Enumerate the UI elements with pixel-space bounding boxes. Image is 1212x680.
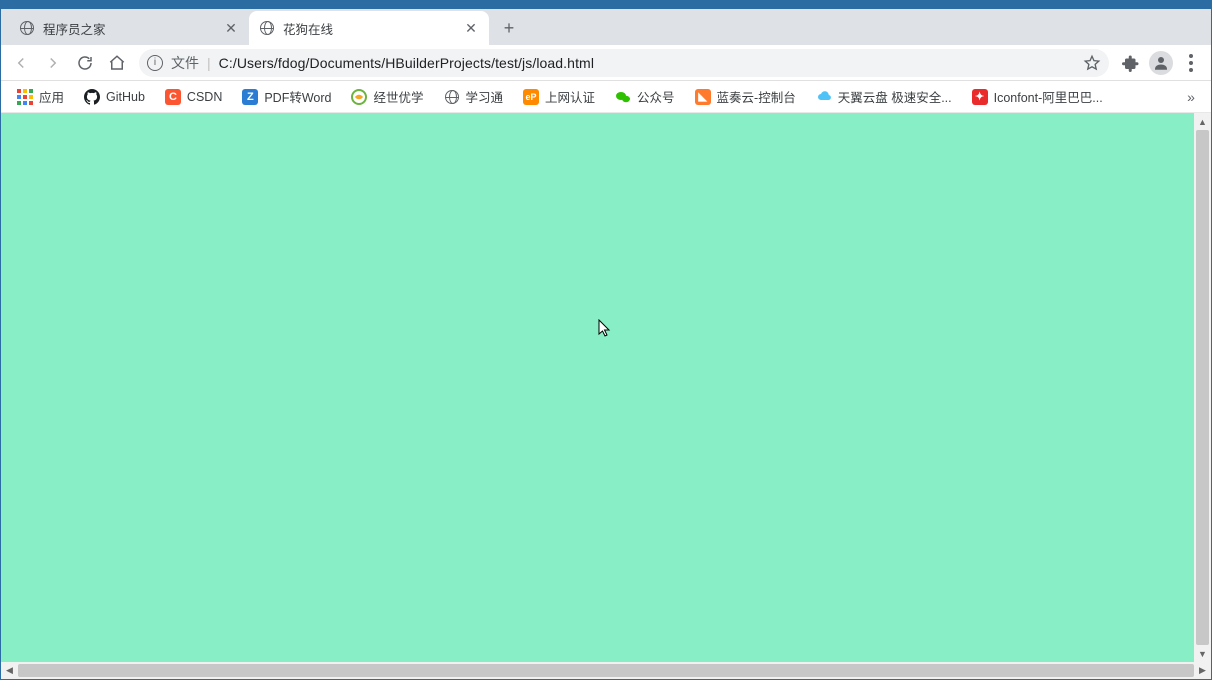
wechat-icon <box>615 89 631 105</box>
kebab-menu-button[interactable] <box>1177 49 1205 77</box>
bookmark-netauth[interactable]: eP 上网认证 <box>515 84 603 110</box>
bookmark-star-icon[interactable] <box>1083 54 1101 72</box>
separator: | <box>207 55 211 71</box>
bookmark-label: 上网认证 <box>545 87 595 106</box>
tab-strip: 程序员之家 ✕ 花狗在线 ✕ + <box>1 9 1211 45</box>
bookmark-label: Iconfont-阿里巴巴... <box>994 87 1103 106</box>
globe-icon <box>444 89 460 105</box>
bookmark-label: 天翼云盘 极速安全... <box>838 87 952 106</box>
url-text: C:/Users/fdog/Documents/HBuilderProjects… <box>219 55 594 71</box>
scroll-thumb[interactable] <box>1196 130 1209 645</box>
bookmark-github[interactable]: GitHub <box>76 84 153 110</box>
ep-icon: eP <box>523 89 539 105</box>
new-tab-button[interactable]: + <box>495 14 523 42</box>
profile-avatar[interactable] <box>1149 51 1173 75</box>
site-info-icon[interactable]: i <box>147 55 163 71</box>
bookmark-label: 蓝奏云-控制台 <box>717 87 796 106</box>
csdn-icon: C <box>165 89 181 105</box>
home-button[interactable] <box>103 49 131 77</box>
bookmark-iconfont[interactable]: ✦ Iconfont-阿里巴巴... <box>964 84 1111 110</box>
address-bar[interactable]: i 文件 | C:/Users/fdog/Documents/HBuilderP… <box>139 49 1109 77</box>
window-titlebar <box>1 1 1211 9</box>
scroll-left-arrow-icon[interactable]: ◀ <box>1 662 18 679</box>
apps-grid-icon <box>17 89 33 105</box>
jingshi-icon <box>351 89 367 105</box>
url-scheme-label: 文件 <box>171 53 199 73</box>
bookmark-label: 应用 <box>39 87 64 106</box>
globe-icon <box>259 20 275 36</box>
page-content <box>1 113 1194 662</box>
bookmarks-overflow-button[interactable]: » <box>1179 89 1203 105</box>
tab-1[interactable]: 花狗在线 ✕ <box>249 11 489 45</box>
reload-button[interactable] <box>71 49 99 77</box>
iconfont-icon: ✦ <box>972 89 988 105</box>
forward-button[interactable] <box>39 49 67 77</box>
bookmark-jingshi[interactable]: 经世优学 <box>343 84 431 110</box>
bookmark-lanzou[interactable]: ◣ 蓝奏云-控制台 <box>687 84 804 110</box>
scroll-track[interactable] <box>18 662 1194 679</box>
scroll-right-arrow-icon[interactable]: ▶ <box>1194 662 1211 679</box>
pdfword-icon: Z <box>242 89 258 105</box>
scroll-track[interactable] <box>1194 130 1211 645</box>
bookmark-label: 公众号 <box>637 87 675 106</box>
github-icon <box>84 89 100 105</box>
vertical-scrollbar[interactable]: ▲ ▼ <box>1194 113 1211 662</box>
bookmark-apps[interactable]: 应用 <box>9 84 72 110</box>
bookmark-pdf2word[interactable]: Z PDF转Word <box>234 84 339 110</box>
cloud-icon <box>816 89 832 105</box>
globe-icon <box>19 20 35 36</box>
scroll-up-arrow-icon[interactable]: ▲ <box>1194 113 1211 130</box>
scroll-thumb[interactable] <box>18 664 1194 677</box>
bookmarks-bar: 应用 GitHub C CSDN Z PDF转Word 经世优学 学习通 eP … <box>1 81 1211 113</box>
tab-close-button[interactable]: ✕ <box>223 20 239 36</box>
lanzou-icon: ◣ <box>695 89 711 105</box>
toolbar: i 文件 | C:/Users/fdog/Documents/HBuilderP… <box>1 45 1211 81</box>
bookmark-label: PDF转Word <box>264 87 331 106</box>
back-button[interactable] <box>7 49 35 77</box>
tab-title: 花狗在线 <box>283 19 455 38</box>
bookmark-gzh[interactable]: 公众号 <box>607 84 683 110</box>
bookmark-csdn[interactable]: C CSDN <box>157 84 230 110</box>
cursor-icon <box>598 319 612 342</box>
bookmark-label: GitHub <box>106 90 145 104</box>
bookmark-tianyi[interactable]: 天翼云盘 极速安全... <box>808 84 960 110</box>
scroll-down-arrow-icon[interactable]: ▼ <box>1194 645 1211 662</box>
bookmark-label: 学习通 <box>466 87 504 106</box>
tab-title: 程序员之家 <box>43 19 215 38</box>
viewport: ▲ ▼ <box>1 113 1211 662</box>
tab-0[interactable]: 程序员之家 ✕ <box>9 11 249 45</box>
horizontal-scrollbar[interactable]: ◀ ▶ <box>1 662 1211 679</box>
tab-close-button[interactable]: ✕ <box>463 20 479 36</box>
bookmark-label: CSDN <box>187 90 222 104</box>
bookmark-xuexitong[interactable]: 学习通 <box>436 84 512 110</box>
extensions-button[interactable] <box>1117 49 1145 77</box>
bookmark-label: 经世优学 <box>373 87 423 106</box>
